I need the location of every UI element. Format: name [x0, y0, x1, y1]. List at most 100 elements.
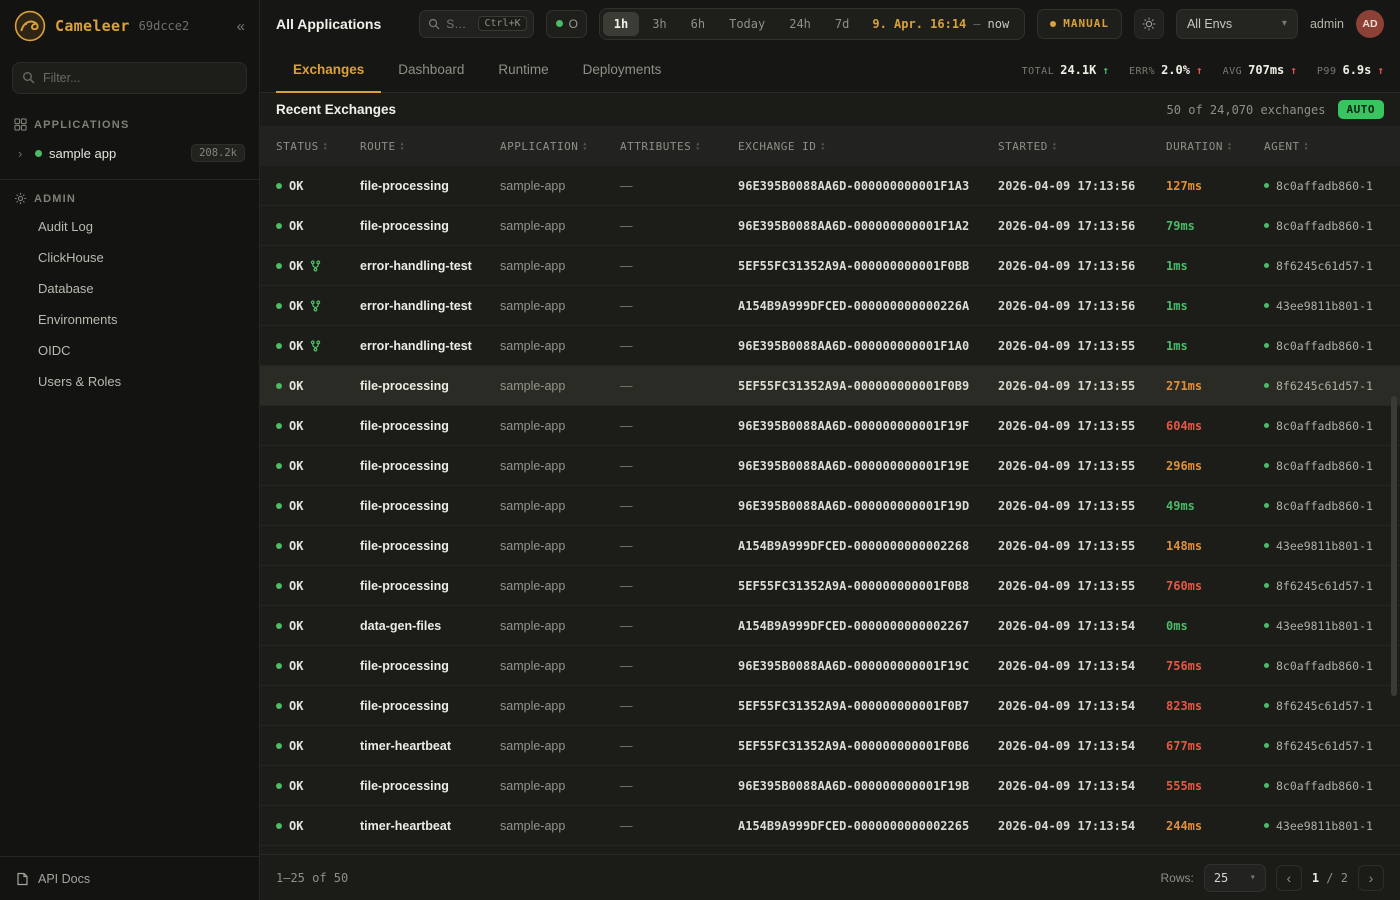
cell-duration: 296ms — [1166, 459, 1264, 473]
cell-exchange-id: 96E395B0088AA6D-000000000001F19D — [738, 499, 998, 513]
rows-per-page-select[interactable]: 25 ▾ — [1204, 864, 1266, 892]
column-header-exchange-id[interactable]: EXCHANGE ID▲▼ — [738, 140, 998, 153]
cell-agent: 8c0affadb860-1 — [1264, 779, 1390, 793]
table-row[interactable]: OKfile-processingsample-app—96E395B0088A… — [260, 766, 1400, 806]
column-header-agent[interactable]: AGENT▲▼ — [1264, 140, 1390, 153]
table-row[interactable]: OKfile-processingsample-app—96E395B0088A… — [260, 166, 1400, 206]
cell-started: 2026-04-09 17:13:55 — [998, 339, 1166, 353]
manual-refresh-button[interactable]: MANUAL — [1037, 9, 1122, 39]
table-row[interactable]: OK error-handling-testsample-app—96E395B… — [260, 326, 1400, 366]
filter-input[interactable] — [12, 62, 247, 94]
cell-application: sample-app — [500, 659, 620, 673]
column-header-application[interactable]: APPLICATION▲▼ — [500, 140, 620, 153]
agent-id: 8f6245c61d57-1 — [1276, 579, 1373, 593]
table-row[interactable]: OKfile-processingsample-app—96E395B0088A… — [260, 446, 1400, 486]
cell-exchange-id: 96E395B0088AA6D-000000000001F1A3 — [738, 179, 998, 193]
stat-value: 2.0% — [1161, 63, 1190, 77]
next-page-button[interactable]: › — [1358, 865, 1384, 891]
table-row[interactable]: OK error-handling-testsample-app—A154B9A… — [260, 286, 1400, 326]
agent-id: 8f6245c61d57-1 — [1276, 739, 1373, 753]
cell-route: file-processing — [360, 459, 500, 473]
column-header-attributes[interactable]: ATTRIBUTES▲▼ — [620, 140, 738, 153]
time-range-control: 1h3h6hToday24h7d 9. Apr. 16:14 — now — [599, 8, 1025, 40]
cell-exchange-id: 96E395B0088AA6D-000000000001F19B — [738, 779, 998, 793]
table-row[interactable]: OKtimer-heartbeatsample-app—5EF55FC31352… — [260, 726, 1400, 766]
cell-started: 2026-04-09 17:13:56 — [998, 219, 1166, 233]
ok-dot-icon — [276, 543, 282, 549]
auto-refresh-badge[interactable]: AUTO — [1338, 100, 1385, 119]
table-row[interactable]: OKfile-processingsample-app—5EF55FC31352… — [260, 566, 1400, 606]
cell-exchange-id: A154B9A999DFCED-000000000000226A — [738, 299, 998, 313]
cell-started: 2026-04-09 17:13:54 — [998, 659, 1166, 673]
sidebar-item-sample-app[interactable]: › sample app 208.2k — [0, 137, 259, 169]
range-button-7d[interactable]: 7d — [824, 12, 860, 36]
env-select-dropdown[interactable]: All Envs ▾ — [1176, 9, 1298, 39]
column-header-duration[interactable]: DURATION▲▼ — [1166, 140, 1264, 153]
table-row[interactable]: OKfile-processingsample-app—5EF55FC31352… — [260, 366, 1400, 406]
column-header-route[interactable]: ROUTE▲▼ — [360, 140, 500, 153]
manual-label: MANUAL — [1063, 17, 1109, 30]
table-row[interactable]: OKfile-processingsample-app—96E395B0088A… — [260, 646, 1400, 686]
topbar-right-cluster: MANUAL All Envs ▾ admin AD — [1037, 9, 1384, 39]
status-text: OK — [289, 539, 303, 553]
column-label: AGENT — [1264, 140, 1300, 153]
user-avatar[interactable]: AD — [1356, 10, 1384, 38]
time-range-buttons: 1h3h6hToday24h7d — [603, 12, 861, 36]
cell-status: OK — [276, 499, 360, 513]
sidebar-header: Cameleer 69dcce2 « — [0, 0, 259, 52]
cell-application: sample-app — [500, 779, 620, 793]
api-docs-link[interactable]: API Docs — [0, 856, 259, 900]
cell-route: error-handling-test — [360, 259, 500, 273]
sidebar-item-oidc[interactable]: OIDC — [0, 335, 259, 366]
app-window: Cameleer 69dcce2 « APPLICATIONS › sample… — [0, 0, 1400, 900]
status-text: OK — [289, 659, 303, 673]
sidebar-collapse-button[interactable]: « — [237, 18, 245, 35]
tab-exchanges[interactable]: Exchanges — [276, 47, 381, 93]
range-button-3h[interactable]: 3h — [641, 12, 677, 36]
app-name-label: sample app — [49, 146, 116, 161]
table-row[interactable]: OKfile-processingsample-app—5EF55FC31352… — [260, 686, 1400, 726]
range-button-24h[interactable]: 24h — [778, 12, 822, 36]
scrollbar-thumb[interactable] — [1391, 396, 1397, 696]
agent-id: 43ee9811b801-1 — [1276, 539, 1373, 553]
cell-agent: 43ee9811b801-1 — [1264, 619, 1390, 633]
sidebar-item-clickhouse[interactable]: ClickHouse — [0, 242, 259, 273]
page-separator: / — [1326, 871, 1333, 885]
sidebar-item-database[interactable]: Database — [0, 273, 259, 304]
cell-duration: 760ms — [1166, 579, 1264, 593]
table-row[interactable]: OK error-handling-testsample-app—5EF55FC… — [260, 246, 1400, 286]
cell-application: sample-app — [500, 579, 620, 593]
table-row[interactable]: OKdata-gen-filessample-app—A154B9A999DFC… — [260, 606, 1400, 646]
env-select-value: All Envs — [1187, 17, 1232, 31]
table-row[interactable]: OKfile-processingsample-app—A154B9A999DF… — [260, 526, 1400, 566]
table-row[interactable]: OKtimer-heartbeatsample-app—A154B9A999DF… — [260, 806, 1400, 846]
tab-deployments[interactable]: Deployments — [566, 47, 679, 93]
theme-toggle-button[interactable] — [1134, 9, 1164, 39]
range-button-today[interactable]: Today — [718, 12, 776, 36]
cell-started: 2026-04-09 17:13:54 — [998, 739, 1166, 753]
chevron-right-icon[interactable]: › — [18, 146, 28, 161]
trend-arrow-icon: ↑ — [1196, 64, 1203, 77]
cell-route: error-handling-test — [360, 339, 500, 353]
cell-duration: 148ms — [1166, 539, 1264, 553]
sidebar-item-audit-log[interactable]: Audit Log — [0, 211, 259, 242]
online-status-toggle[interactable]: O — [546, 10, 587, 38]
prev-page-button[interactable]: ‹ — [1276, 865, 1302, 891]
tab-runtime[interactable]: Runtime — [481, 47, 565, 93]
table-row[interactable]: OKfile-processingsample-app—96E395B0088A… — [260, 406, 1400, 446]
tab-dashboard[interactable]: Dashboard — [381, 47, 481, 93]
sidebar-item-environments[interactable]: Environments — [0, 304, 259, 335]
cell-attributes: — — [620, 259, 738, 273]
cell-exchange-id: 5EF55FC31352A9A-000000000001F0B9 — [738, 379, 998, 393]
table-row[interactable]: OKfile-processingsample-app—96E395B0088A… — [260, 206, 1400, 246]
range-button-6h[interactable]: 6h — [680, 12, 716, 36]
pagination-controls: Rows: 25 ▾ ‹ 1 / 2 › — [1160, 864, 1384, 892]
agent-dot-icon — [1264, 783, 1269, 788]
table-row[interactable]: OKfile-processingsample-app—96E395B0088A… — [260, 486, 1400, 526]
range-button-1h[interactable]: 1h — [603, 12, 639, 36]
column-header-status[interactable]: STATUS▲▼ — [276, 140, 360, 153]
tabs-bar: ExchangesDashboardRuntimeDeployments TOT… — [260, 47, 1400, 93]
sidebar-item-users-roles[interactable]: Users & Roles — [0, 366, 259, 397]
column-header-started[interactable]: STARTED▲▼ — [998, 140, 1166, 153]
global-search-input[interactable]: S… Ctrl+K — [419, 10, 533, 38]
